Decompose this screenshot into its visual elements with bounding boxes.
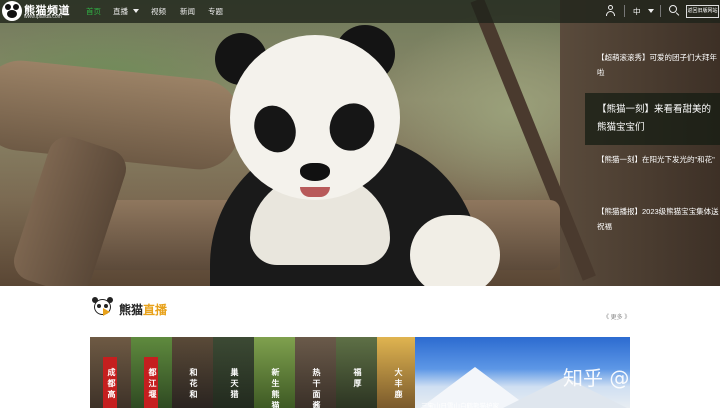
video-tile[interactable]: 都江堰 xyxy=(131,337,172,408)
section-title-part2: 直播 xyxy=(143,303,168,317)
news-item[interactable]: 【熊猫播报】2023级熊猫宝宝集体送祝福 xyxy=(585,200,720,238)
search-icon[interactable] xyxy=(669,5,680,16)
section-title-part1: 熊猫 xyxy=(119,303,144,317)
video-tile[interactable]: 巢天猎 xyxy=(213,337,254,408)
section-title: 熊猫直播 xyxy=(119,301,167,318)
nav-live[interactable]: 直播 xyxy=(113,6,128,17)
video-tile-label: 成都高 xyxy=(107,368,116,399)
video-tile-label: 热干面酱 xyxy=(312,368,321,408)
video-tile-label: 新生熊猫 xyxy=(271,368,280,408)
nav-home[interactable]: 首页 xyxy=(86,6,101,17)
watermark: 知乎 @crystal xyxy=(563,366,697,390)
panda-image xyxy=(170,25,500,286)
video-tile-label: 巢天猎 xyxy=(230,368,239,399)
video-tile-label: 福厚 xyxy=(353,368,362,388)
video-tile-label: 都江堰 xyxy=(148,368,157,399)
top-nav: 熊猫频道 www.ipanda.com 首页 直播 视频 新闻 专题 中 返回旧… xyxy=(0,0,720,23)
site-url: www.ipanda.com xyxy=(24,14,62,20)
video-tile[interactable]: 福厚 xyxy=(336,337,377,408)
panda-logo-icon[interactable] xyxy=(2,1,22,21)
nav-topics[interactable]: 专题 xyxy=(208,6,223,17)
video-tile-label: 和花和 xyxy=(189,368,198,399)
more-link[interactable]: 《 更多 》 xyxy=(603,312,630,321)
news-item[interactable]: 【熊猫一刻】在阳光下发光的"和花" xyxy=(585,148,720,171)
video-tile[interactable]: 新生熊猫 xyxy=(254,337,295,408)
page: 熊猫频道 www.ipanda.com 首页 直播 视频 新闻 专题 中 返回旧… xyxy=(0,0,720,408)
video-tile[interactable]: 成都高 xyxy=(90,337,131,408)
chevron-down-icon[interactable] xyxy=(648,9,654,13)
video-tile-label: 大丰鹿 xyxy=(394,368,403,399)
hero-news-list: 【超萌滚滚秀】可爱的团子们大拜年啦 【熊猫一刻】来看看甜美的熊猫宝宝们 【熊猫一… xyxy=(585,38,720,286)
live-video-strip: 成都高 都江堰 和花和 巢天猎 新生熊猫 热干面酱 福厚 大丰鹿 三宝山日雪山白… xyxy=(90,337,630,408)
news-item[interactable]: 【超萌滚滚秀】可爱的团子们大拜年啦 xyxy=(585,46,720,84)
language-select[interactable]: 中 xyxy=(633,6,641,17)
video-tile[interactable]: 大丰鹿 xyxy=(377,337,418,408)
nav-video[interactable]: 视频 xyxy=(151,6,166,17)
video-tile[interactable]: 热干面酱 xyxy=(295,337,336,408)
old-version-button[interactable]: 返回旧版网站 xyxy=(686,5,719,18)
video-tile-caption: 三宝山日雪山白鹤熊猫护家 xyxy=(421,403,499,408)
video-tile[interactable]: 和花和 xyxy=(172,337,213,408)
chevron-down-icon[interactable] xyxy=(133,9,139,13)
nav-news[interactable]: 新闻 xyxy=(180,6,195,17)
news-item-featured[interactable]: 【熊猫一刻】来看看甜美的熊猫宝宝们 xyxy=(585,93,720,145)
user-icon[interactable] xyxy=(605,5,616,17)
live-panda-icon xyxy=(92,297,114,317)
